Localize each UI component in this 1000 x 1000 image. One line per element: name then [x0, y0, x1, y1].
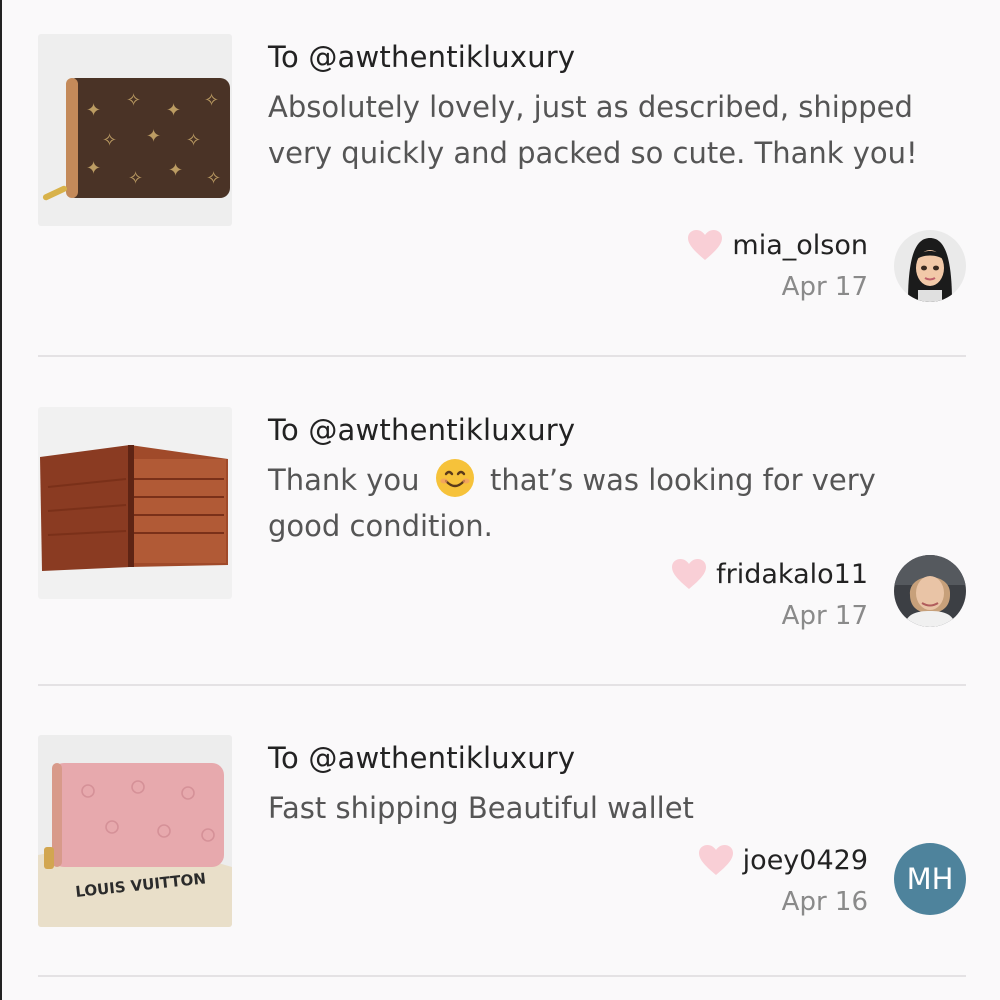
svg-text:✧: ✧ [102, 130, 117, 151]
svg-text:✦: ✦ [86, 100, 101, 121]
review-item: LOUIS VUITTON To @awthentikluxury Fast s… [38, 735, 966, 965]
divider [38, 975, 966, 977]
smiling-face-emoji-icon [435, 459, 474, 497]
svg-text:✧: ✧ [204, 90, 219, 111]
reviewer-avatar[interactable] [894, 555, 966, 627]
review-date: Apr 17 [781, 601, 868, 631]
review-date: Apr 17 [781, 272, 868, 302]
review-item: ✦ ✧ ✦ ✧ ✧ ✦ ✧ ✦ ✧ ✦ ✧ To @awthentikluxur… [38, 34, 966, 324]
reviewer-avatar[interactable]: MH [894, 843, 966, 915]
cartoon-doll-avatar-icon [894, 230, 966, 302]
pink-wallet-image: LOUIS VUITTON [38, 735, 232, 927]
product-thumbnail[interactable]: ✦ ✧ ✦ ✧ ✧ ✦ ✧ ✦ ✧ ✦ ✧ [38, 34, 232, 226]
avatar-initials: MH [906, 862, 954, 896]
person-photo-avatar-icon [894, 555, 966, 627]
brown-bifold-wallet-image [38, 407, 232, 599]
reviewer-username[interactable]: joey0429 [743, 845, 868, 876]
review-date: Apr 16 [781, 887, 868, 917]
divider [38, 684, 966, 686]
svg-text:✧: ✧ [206, 168, 221, 189]
recipient-label: To @awthentikluxury [268, 40, 576, 74]
reviewer-username[interactable]: fridakalo11 [716, 559, 868, 590]
review-text: Absolutely lovely, just as described, sh… [268, 90, 918, 170]
review-meta: fridakalo11 Apr 17 [670, 557, 868, 631]
svg-text:✦: ✦ [86, 158, 101, 179]
svg-text:✧: ✧ [128, 168, 143, 189]
recipient-label: To @awthentikluxury [268, 741, 576, 775]
svg-text:✦: ✦ [166, 100, 181, 121]
heart-icon[interactable] [686, 228, 724, 262]
review-meta: joey0429 Apr 16 [697, 843, 868, 917]
svg-text:✦: ✦ [146, 126, 161, 147]
heart-icon[interactable] [697, 843, 735, 877]
heart-icon[interactable] [670, 557, 708, 591]
divider [38, 355, 966, 357]
product-thumbnail[interactable]: LOUIS VUITTON [38, 735, 232, 927]
reviewer-username[interactable]: mia_olson [732, 230, 868, 261]
monogram-wallet-image: ✦ ✧ ✦ ✧ ✧ ✦ ✧ ✦ ✧ ✦ ✧ [38, 34, 232, 226]
svg-text:✧: ✧ [186, 130, 201, 151]
review-meta: mia_olson Apr 17 [686, 228, 868, 302]
review-item: To @awthentikluxury Thank you that’s was… [38, 407, 966, 657]
reviewer-avatar[interactable] [894, 230, 966, 302]
svg-text:✧: ✧ [126, 90, 141, 111]
svg-text:✦: ✦ [168, 160, 183, 181]
review-text: Thank you that’s was looking for very go… [268, 457, 948, 549]
recipient-label: To @awthentikluxury [268, 413, 576, 447]
review-text-part: Thank you [268, 463, 420, 497]
review-text: Fast shipping Beautiful wallet [268, 791, 694, 825]
product-thumbnail[interactable] [38, 407, 232, 599]
